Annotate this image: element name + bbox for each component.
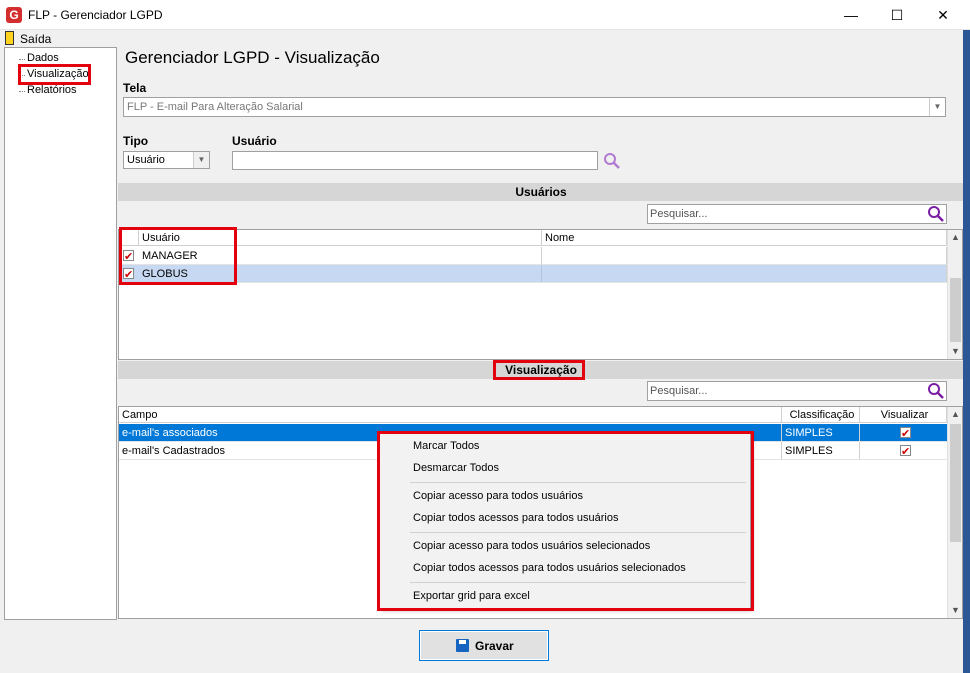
floppy-disk-icon <box>456 639 469 652</box>
tipo-label: Tipo <box>123 134 149 148</box>
users-grid-header: Usuário Nome <box>119 230 947 246</box>
table-row[interactable]: MANAGER <box>119 247 947 266</box>
chevron-down-icon[interactable]: ▼ <box>193 152 209 168</box>
menu-item-copiar-todos-acessos-todos[interactable]: Copiar todos acessos para todos usuários <box>413 512 618 524</box>
save-button-label: Gravar <box>475 639 514 653</box>
users-search-input[interactable]: Pesquisar... <box>647 204 947 224</box>
cell-user: GLOBUS <box>139 265 542 282</box>
view-search-input[interactable]: Pesquisar... <box>647 381 947 401</box>
menu-separator <box>410 582 746 583</box>
users-section-header: Usuários <box>118 183 964 201</box>
scroll-up-arrow-icon[interactable]: ▲ <box>948 407 963 422</box>
context-menu: Marcar Todos Desmarcar Todos Copiar aces… <box>379 433 751 609</box>
view-section-header: Visualização <box>118 361 964 379</box>
scroll-thumb[interactable] <box>950 424 961 542</box>
column-header-nome[interactable]: Nome <box>542 230 947 245</box>
menu-separator <box>410 532 746 533</box>
cell-classification: SIMPLES <box>782 442 860 459</box>
cell-name <box>542 247 947 264</box>
tree-connector <box>19 91 25 92</box>
tela-value: FLP - E-mail Para Alteração Salarial <box>127 101 303 113</box>
exit-door-icon <box>5 31 14 45</box>
tree-item-relatorios[interactable]: Relatórios <box>27 84 77 96</box>
tree-item-dados[interactable]: Dados <box>27 52 59 64</box>
usuario-input[interactable] <box>232 151 598 170</box>
search-icon[interactable] <box>927 205 945 223</box>
visualizar-checkbox[interactable] <box>900 425 911 443</box>
page-title: Gerenciador LGPD - Visualização <box>125 48 380 67</box>
tela-label: Tela <box>123 81 147 95</box>
users-grid: Usuário Nome MANAGER GLOBUS ▲ ▼ <box>118 229 963 360</box>
save-button[interactable]: Gravar <box>419 630 549 661</box>
scroll-down-arrow-icon[interactable]: ▼ <box>948 344 963 359</box>
column-header-visualizar[interactable]: Visualizar <box>860 407 947 422</box>
menu-item-exit[interactable]: Saída <box>20 32 51 46</box>
tree-connector <box>19 75 25 76</box>
users-scrollbar[interactable]: ▲ ▼ <box>947 230 962 359</box>
window-title: FLP - Gerenciador LGPD <box>28 8 163 22</box>
menu-item-copiar-todos-acessos-selecionados[interactable]: Copiar todos acessos para todos usuários… <box>413 562 686 574</box>
header-checkbox-column <box>119 230 139 245</box>
menu-item-desmarcar-todos[interactable]: Desmarcar Todos <box>413 462 499 474</box>
menu-item-marcar-todos[interactable]: Marcar Todos <box>413 440 479 452</box>
maximize-button[interactable]: ☐ <box>874 0 920 30</box>
tipo-value: Usuário <box>127 154 165 166</box>
table-row[interactable]: GLOBUS <box>119 265 947 284</box>
tree-item-visualizacao[interactable]: Visualização <box>27 68 89 80</box>
close-button[interactable]: ✕ <box>920 0 966 30</box>
menu-item-copiar-acesso-selecionados[interactable]: Copiar acesso para todos usuários seleci… <box>413 540 650 552</box>
visualizar-checkbox[interactable] <box>900 443 911 461</box>
navigation-tree: Dados Visualização Relatórios <box>4 47 117 620</box>
search-icon[interactable] <box>603 152 621 170</box>
cell-user: MANAGER <box>139 247 542 264</box>
background-window-edge <box>963 30 970 673</box>
view-scrollbar[interactable]: ▲ ▼ <box>947 407 962 618</box>
row-checkbox[interactable] <box>123 248 134 266</box>
row-checkbox[interactable] <box>123 266 134 284</box>
search-icon[interactable] <box>927 382 945 400</box>
cell-classification: SIMPLES <box>782 424 860 441</box>
scroll-down-arrow-icon[interactable]: ▼ <box>948 603 963 618</box>
menu-bar <box>0 30 970 47</box>
tipo-select[interactable]: Usuário ▼ <box>123 151 210 169</box>
column-header-campo[interactable]: Campo <box>119 407 782 422</box>
column-header-usuario[interactable]: Usuário <box>139 230 542 245</box>
menu-separator <box>410 482 746 483</box>
menu-item-exportar-excel[interactable]: Exportar grid para excel <box>413 590 530 602</box>
scroll-thumb[interactable] <box>950 278 961 342</box>
app-logo-icon: G <box>6 7 22 23</box>
cell-name <box>542 265 947 282</box>
minimize-button[interactable]: — <box>828 0 874 30</box>
column-header-classificacao[interactable]: Classificação <box>782 407 860 422</box>
menu-item-copiar-acesso-todos[interactable]: Copiar acesso para todos usuários <box>413 490 583 502</box>
view-grid-header: Campo Classificação Visualizar <box>119 407 947 423</box>
chevron-down-icon[interactable]: ▼ <box>929 98 945 116</box>
tela-select[interactable]: FLP - E-mail Para Alteração Salarial ▼ <box>123 97 946 117</box>
scroll-up-arrow-icon[interactable]: ▲ <box>948 230 963 245</box>
usuario-label: Usuário <box>232 134 277 148</box>
tree-connector <box>19 59 25 60</box>
